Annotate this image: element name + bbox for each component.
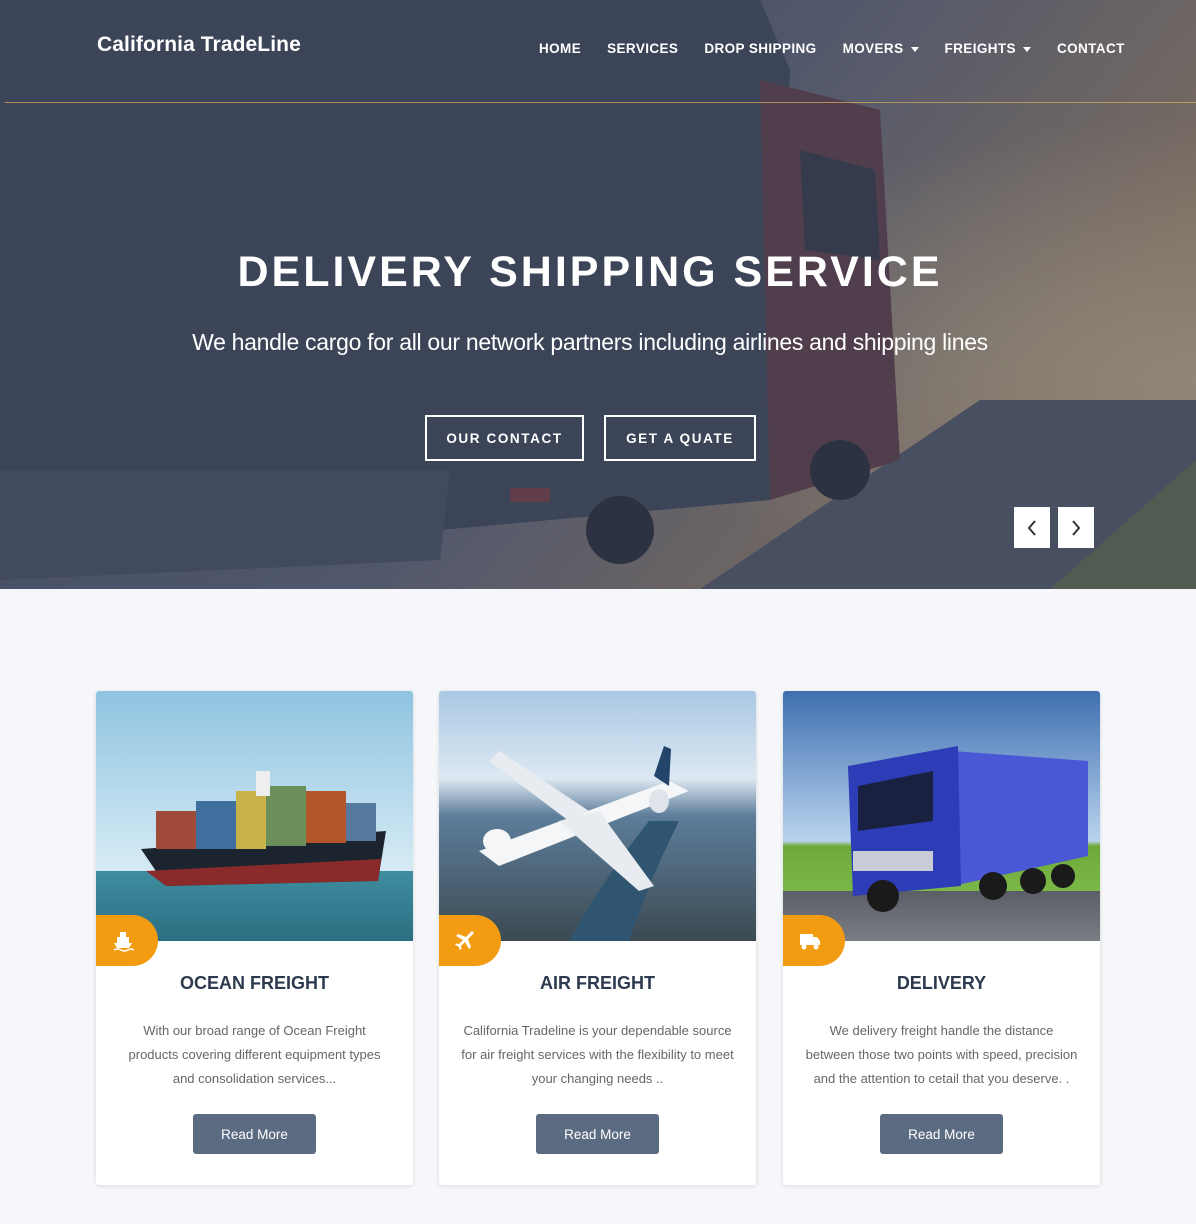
read-more-button[interactable]: Read More bbox=[536, 1114, 659, 1154]
card-title: AIR FREIGHT bbox=[540, 973, 655, 993]
card-icon-badge bbox=[439, 915, 501, 966]
service-card-delivery: DELIVERY We delivery freight handle the … bbox=[783, 691, 1100, 1185]
nav-item-movers[interactable]: MOVERS bbox=[843, 41, 919, 56]
nav-item-label: FREIGHTS bbox=[944, 41, 1016, 56]
nav-item-services[interactable]: SERVICES bbox=[607, 41, 678, 56]
read-more-button[interactable]: Read More bbox=[193, 1114, 316, 1154]
card-description: With our broad range of Ocean Freight pr… bbox=[128, 1023, 381, 1086]
slider-prev-button[interactable] bbox=[1014, 507, 1050, 548]
nav-item-label: HOME bbox=[539, 41, 582, 56]
card-icon-badge bbox=[783, 915, 845, 966]
plane-icon bbox=[455, 930, 474, 950]
chevron-right-icon bbox=[1072, 519, 1081, 536]
nav-item-label: DROP SHIPPING bbox=[704, 41, 817, 56]
ocean-freight-image bbox=[96, 691, 413, 941]
our-contact-button[interactable]: OUR CONTACT bbox=[425, 415, 584, 461]
read-more-button[interactable]: Read More bbox=[880, 1114, 1003, 1154]
card-description: We delivery freight handle the distance … bbox=[805, 1023, 1078, 1086]
nav-item-label: MOVERS bbox=[842, 41, 904, 56]
hero-subtitle: We handle cargo for all our network part… bbox=[192, 329, 988, 355]
card-description: California Tradeline is your dependable … bbox=[461, 1023, 734, 1086]
hero-title: DELIVERY SHIPPING SERVICE bbox=[237, 248, 943, 296]
caret-down-icon bbox=[1022, 46, 1031, 52]
card-title: OCEAN FREIGHT bbox=[179, 973, 329, 993]
nav-item-drop-shipping[interactable]: DROP SHIPPING bbox=[704, 41, 816, 56]
nav-item-label: SERVICES bbox=[607, 41, 679, 56]
nav-item-label: CONTACT bbox=[1056, 41, 1125, 56]
nav-item-freights[interactable]: FREIGHTS bbox=[945, 41, 1031, 56]
air-freight-image bbox=[439, 691, 756, 941]
hero-slider: California TradeLine HOME SERVICES DROP … bbox=[0, 0, 1196, 589]
chevron-left-icon bbox=[1027, 519, 1036, 536]
main-nav: HOME SERVICES DROP SHIPPING MOVERS FREIG… bbox=[539, 41, 1125, 56]
delivery-image bbox=[783, 691, 1100, 941]
get-quote-button[interactable]: GET A QUATE bbox=[604, 415, 756, 461]
service-card-air-freight: AIR FREIGHT California Tradeline is your… bbox=[439, 691, 756, 1185]
truck-icon bbox=[800, 933, 820, 949]
nav-item-home[interactable]: HOME bbox=[539, 41, 581, 56]
ship-icon bbox=[113, 931, 134, 952]
card-title: DELIVERY bbox=[896, 973, 987, 993]
navbar: California TradeLine HOME SERVICES DROP … bbox=[0, 0, 1196, 103]
service-card-ocean-freight: OCEAN FREIGHT With our broad range of Oc… bbox=[96, 691, 413, 1185]
caret-down-icon bbox=[910, 46, 919, 52]
nav-divider bbox=[5, 102, 1196, 103]
site-logo[interactable]: California TradeLine bbox=[97, 33, 301, 57]
nav-item-contact[interactable]: CONTACT bbox=[1057, 41, 1125, 56]
slider-next-button[interactable] bbox=[1058, 507, 1094, 548]
card-icon-badge bbox=[96, 915, 158, 966]
